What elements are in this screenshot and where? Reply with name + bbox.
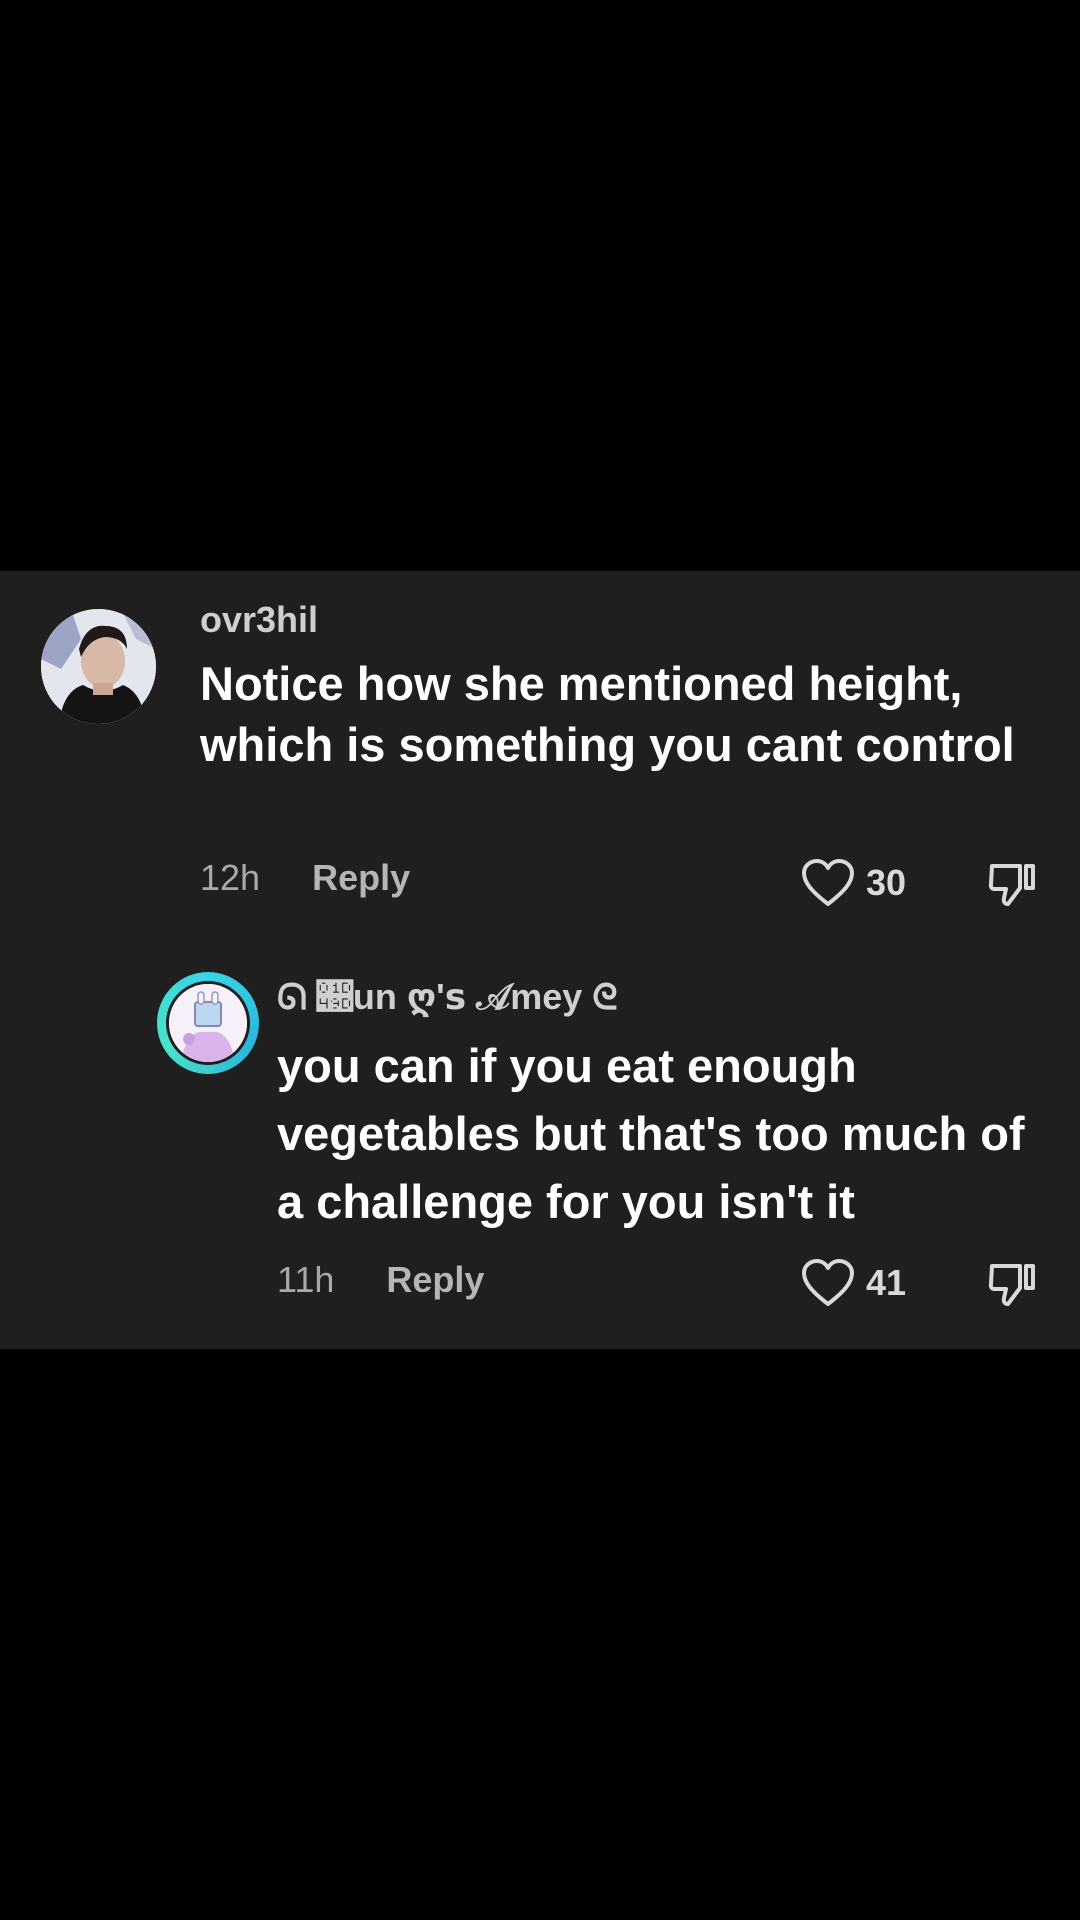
heart-outline-icon <box>802 859 854 906</box>
comment-timestamp: 11h <box>277 1259 335 1300</box>
reply-button[interactable]: Reply <box>312 857 410 899</box>
comments-panel: ovr3hil Notice how she mentioned height,… <box>0 571 1080 1349</box>
comment-username[interactable]: ᘏ 𝒝un ღ'ꜱ 𝒜mey ᘓ <box>277 976 618 1019</box>
thumbs-down-icon <box>988 864 1035 906</box>
comment-meta: 11h Reply <box>277 1259 484 1301</box>
avatar-story-ring[interactable] <box>157 972 259 1074</box>
dislike-button[interactable] <box>986 1258 1038 1310</box>
comment-text: Notice how she mentioned height, which i… <box>200 657 1015 771</box>
comment-username[interactable]: ovr3hil <box>200 599 318 641</box>
like-button[interactable]: 30 <box>801 858 906 908</box>
thumbs-down-icon <box>988 1264 1035 1306</box>
dislike-button[interactable] <box>986 858 1038 910</box>
user-avatar[interactable] <box>41 609 156 724</box>
comment-text: you can if you eat enough vegetables but… <box>277 1039 1025 1228</box>
like-count: 41 <box>866 1262 907 1303</box>
comment-meta: 12h Reply <box>200 857 410 899</box>
like-count: 30 <box>866 862 907 903</box>
avatar-photo <box>41 609 156 724</box>
reply-button[interactable]: Reply <box>386 1259 484 1301</box>
like-button[interactable]: 41 <box>801 1258 906 1308</box>
heart-outline-icon <box>802 1259 854 1306</box>
cartoon-avatar-icon <box>169 984 247 1062</box>
comment-timestamp: 12h <box>200 857 261 898</box>
user-avatar <box>166 981 250 1065</box>
